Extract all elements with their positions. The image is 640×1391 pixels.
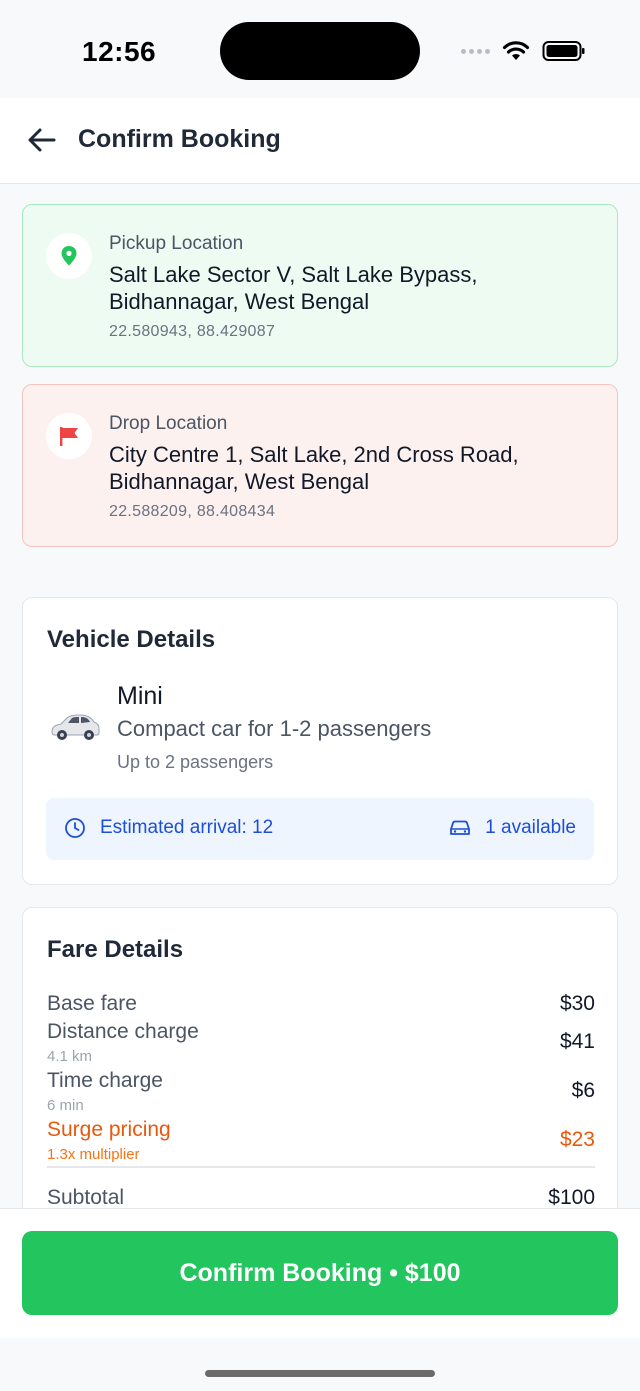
vehicle-description: Compact car for 1-2 passengers xyxy=(117,716,432,741)
pickup-address: Salt Lake Sector V, Salt Lake Bypass, Bi… xyxy=(109,262,478,314)
map-pin-icon xyxy=(61,246,77,266)
wifi-icon xyxy=(502,41,530,60)
drop-label: Drop Location xyxy=(109,413,228,434)
status-bar: 12:56 xyxy=(0,0,640,98)
scroll-content[interactable]: Pickup Location Salt Lake Sector V, Salt… xyxy=(0,184,640,1208)
fare-sub: 4.1 km xyxy=(47,1048,93,1065)
fare-section-title: Fare Details xyxy=(47,936,184,963)
drop-location-card: Drop Location City Centre 1, Salt Lake, … xyxy=(22,384,618,547)
back-button[interactable] xyxy=(24,122,60,158)
fare-sub: 1.3x multiplier xyxy=(47,1146,140,1163)
car-outline-icon xyxy=(450,820,471,835)
vehicle-capacity: Up to 2 passengers xyxy=(117,752,274,772)
arrow-left-icon xyxy=(28,128,56,152)
status-time: 12:56 xyxy=(82,36,157,67)
fare-row-subtotal: Subtotal $100 xyxy=(47,1186,595,1208)
clock-icon xyxy=(65,818,85,838)
drop-icon-wrap xyxy=(46,413,92,459)
fare-amount: $30 xyxy=(559,992,595,1015)
fare-row-surge: Surge pricing 1.3x multiplier $23 xyxy=(47,1118,595,1166)
confirm-booking-button[interactable]: Confirm Booking • $100 xyxy=(22,1231,618,1315)
status-icons xyxy=(461,40,586,62)
fare-label: Base fare xyxy=(47,992,137,1015)
vehicle-details-card: Vehicle Details Mini Compact car for 1-2… xyxy=(22,597,618,885)
page-title: Confirm Booking xyxy=(78,125,281,153)
eta-text: Estimated arrival: 12 xyxy=(100,817,274,838)
subtotal-amount: $100 xyxy=(548,1186,595,1208)
fare-row-time: Time charge 6 min $6 xyxy=(47,1069,595,1117)
fare-amount: $41 xyxy=(559,1030,595,1053)
eta-info: Estimated arrival: 12 xyxy=(64,817,273,839)
availability-info: 1 available xyxy=(449,817,576,839)
drop-address: City Centre 1, Salt Lake, 2nd Cross Road… xyxy=(109,442,519,494)
fare-row-base: Base fare $30 xyxy=(47,992,595,1020)
battery-icon xyxy=(542,41,585,61)
availability-text: 1 available xyxy=(485,817,576,838)
cellular-signal-icon xyxy=(461,48,490,54)
pickup-icon-wrap xyxy=(46,233,92,279)
pickup-label: Pickup Location xyxy=(109,233,244,254)
fare-label: Distance charge xyxy=(47,1020,199,1043)
fare-details-card: Fare Details Base fare $30 Distance char… xyxy=(22,907,618,1208)
dynamic-island xyxy=(220,22,420,80)
vehicle-name: Mini xyxy=(117,682,163,710)
pickup-location-card: Pickup Location Salt Lake Sector V, Salt… xyxy=(22,204,618,367)
fare-divider xyxy=(47,1166,595,1168)
drop-coordinates: 22.588209, 88.408434 xyxy=(109,503,276,520)
vehicle-section-title: Vehicle Details xyxy=(47,626,216,653)
fare-amount: $23 xyxy=(559,1128,595,1151)
subtotal-label: Subtotal xyxy=(47,1186,125,1208)
fare-label: Surge pricing xyxy=(47,1118,171,1141)
home-indicator[interactable] xyxy=(205,1370,435,1377)
pickup-coordinates: 22.580943, 88.429087 xyxy=(109,323,276,340)
fare-label: Time charge xyxy=(47,1069,163,1092)
fare-sub: 6 min xyxy=(47,1097,84,1114)
bottom-action-bar: Confirm Booking • $100 xyxy=(0,1208,640,1338)
app-header: Confirm Booking xyxy=(0,98,640,184)
eta-info-box: Estimated arrival: 12 1 available xyxy=(46,798,594,860)
car-icon xyxy=(51,714,100,740)
fare-row-distance: Distance charge 4.1 km $41 xyxy=(47,1020,595,1068)
fare-amount: $6 xyxy=(571,1079,595,1102)
flag-icon xyxy=(60,427,78,446)
